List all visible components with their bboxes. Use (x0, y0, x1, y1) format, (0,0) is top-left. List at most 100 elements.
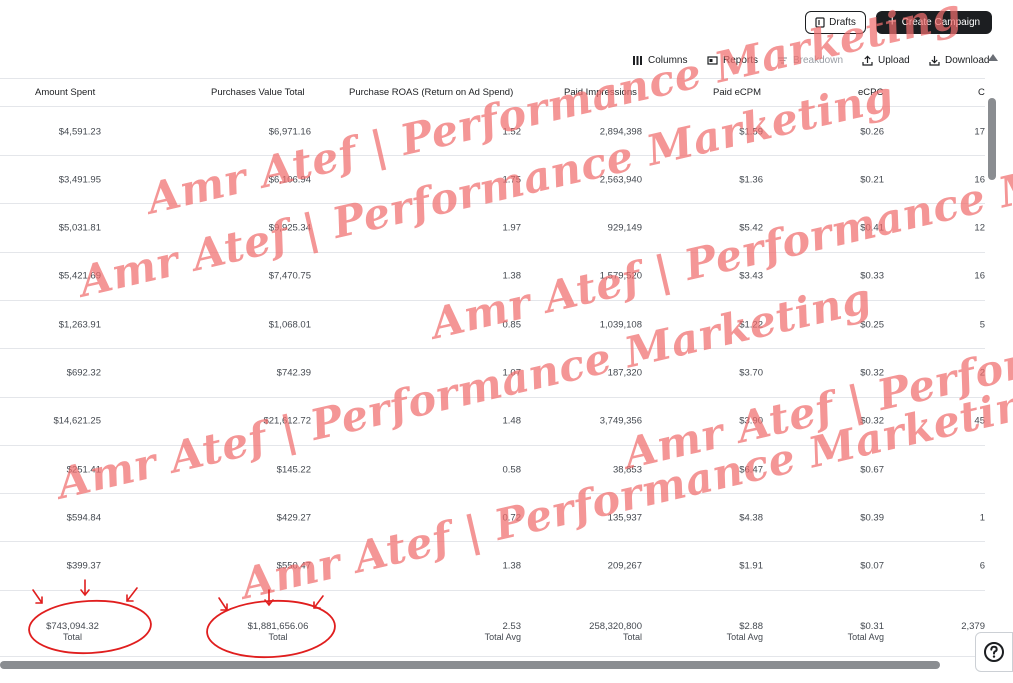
header-paid-ecpm[interactable]: Paid eCPM (713, 87, 761, 98)
help-button[interactable] (975, 632, 1013, 672)
cell-roas: 1.38 (502, 270, 522, 282)
cell-roas: 1.38 (502, 560, 522, 572)
table-header: Amount Spent Purchases Value Total Purch… (0, 79, 985, 107)
cell-roas: 1.97 (502, 222, 522, 234)
total-amount-value: $743,094.32 (46, 621, 99, 632)
header-amount-spent[interactable]: Amount Spent (35, 87, 95, 98)
table-toolbar: Columns Reports Breakdown Upload Downloa… (0, 52, 1013, 68)
table-row[interactable]: $399.37 $550.47 1.38 209,267 $1.91 $0.07 6 (0, 543, 985, 591)
drafts-button[interactable]: Drafts (805, 11, 866, 34)
download-icon (929, 55, 940, 66)
table-row[interactable]: $594.84 $429.27 0.72 135,937 $4.38 $0.39 1 (0, 494, 985, 543)
cell-paid-ecpm: $6.47 (739, 464, 763, 476)
cell-ecpc: $0.32 (860, 367, 884, 379)
cell-purchases-value: $1,068.01 (268, 319, 311, 331)
cell-amount-spent: $692.32 (66, 367, 101, 379)
cell-paid-impressions: 38,853 (612, 464, 642, 476)
cell-amount-spent: $5,031.81 (58, 222, 101, 234)
cell-paid-impressions: 2,563,940 (599, 174, 642, 186)
cell-purchases-value: $6,106.94 (268, 174, 311, 186)
vertical-scroll-thumb[interactable] (988, 98, 996, 180)
upload-label: Upload (878, 54, 910, 66)
header-next-column[interactable]: C (978, 87, 985, 98)
total-roas: 2.53 Total Avg (485, 621, 521, 643)
cell-amount-spent: $1,263.91 (58, 319, 101, 331)
cell-paid-impressions: 1,039,108 (599, 319, 642, 331)
columns-icon (633, 55, 642, 65)
cell-purchases-value: $21,612.72 (263, 415, 311, 427)
campaign-table: Amount Spent Purchases Value Total Purch… (0, 78, 985, 658)
breakdown-icon (778, 56, 787, 64)
total-ecpc: $0.31 Total Avg (848, 621, 884, 643)
header-purchases-value[interactable]: Purchases Value Total (211, 87, 305, 98)
reports-icon (707, 55, 718, 65)
cell-paid-ecpm: $3.70 (739, 367, 763, 379)
cell-ecpc: $0.67 (860, 464, 884, 476)
top-bar: Drafts + Create Campaign Columns Reports… (0, 0, 1013, 78)
cell-amount-spent: $4,591.23 (58, 126, 101, 137)
total-ecpm-label: Total Avg (726, 632, 763, 642)
cell-next-column: 16 (974, 270, 985, 282)
horizontal-scrollbar[interactable] (0, 661, 940, 669)
cell-roas: 1.52 (502, 126, 522, 137)
cell-ecpc: $0.32 (860, 415, 884, 427)
cell-paid-ecpm: $4.38 (739, 512, 763, 524)
header-paid-impressions[interactable]: Paid Impressions (564, 87, 637, 98)
download-label: Download (945, 54, 990, 66)
plus-icon: + (887, 13, 897, 30)
vertical-scrollbar[interactable] (985, 54, 1001, 658)
total-paid-impressions: 258,320,800 Total (589, 621, 642, 643)
total-purchases-amount: $1,881,656.06 (247, 621, 309, 632)
cell-amount-spent: $251.41 (66, 464, 101, 476)
help-icon (984, 642, 1004, 662)
breakdown-button[interactable]: Breakdown (777, 52, 843, 68)
table-row[interactable]: $4,591.23 $6,971.16 1.52 2,894,398 $1.59 $0.2… (0, 108, 985, 156)
upload-button[interactable]: Upload (862, 52, 910, 68)
cell-next-column: 17 (974, 126, 985, 137)
total-next-value: 2,379 (961, 621, 985, 632)
cell-paid-ecpm: $1.91 (739, 560, 763, 572)
table-row[interactable]: $692.32 $742.39 1.07 187,320 $3.70 $0.32 2 (0, 350, 985, 398)
header-roas[interactable]: Purchase ROAS (Return on Ad Spend) (349, 87, 513, 98)
upload-icon (862, 54, 873, 66)
cell-purchases-value: $9,925.34 (268, 222, 311, 234)
total-roas-value: 2.53 (502, 621, 522, 632)
cell-paid-impressions: 3,749,356 (599, 415, 642, 427)
totals-row: $743,094.32 Total $1,881,656.06 Total 2.… (0, 591, 985, 657)
cell-purchases-value: $742.39 (276, 367, 311, 379)
cell-paid-impressions: 209,267 (607, 560, 642, 572)
table-row[interactable]: $3,491.95 $6,106.94 1.75 2,563,940 $1.36 $0.2… (0, 156, 985, 205)
cell-roas: 1.07 (502, 367, 522, 379)
table-row[interactable]: $5,421.69 $7,470.75 1.38 1,579,520 $3.43 $0.3… (0, 253, 985, 301)
header-ecpc[interactable]: eCPC (858, 87, 883, 98)
cell-ecpc: $0.26 (860, 126, 884, 137)
cell-ecpc: $0.33 (860, 270, 884, 282)
table-row[interactable]: $1,263.91 $1,068.01 0.85 1,039,108 $1.22 $0.2… (0, 301, 985, 350)
drafts-label: Drafts (829, 17, 856, 28)
cell-ecpc: $0.41 (860, 222, 884, 234)
total-roas-label: Total Avg (484, 632, 521, 642)
cell-amount-spent: $399.37 (66, 560, 101, 572)
scroll-up-arrow-icon[interactable] (988, 54, 998, 61)
cell-next-column: 16 (974, 174, 985, 186)
cell-paid-ecpm: $3.43 (739, 270, 763, 282)
cell-paid-impressions: 187,320 (607, 367, 642, 379)
reports-button[interactable]: Reports (707, 52, 758, 68)
table-row[interactable]: $14,621.25 $21,612.72 1.48 3,749,356 $3.90 $0… (0, 398, 985, 446)
columns-button[interactable]: Columns (632, 52, 687, 68)
download-button[interactable]: Download (929, 52, 989, 68)
cell-purchases-value: $145.22 (276, 464, 311, 476)
cell-ecpc: $0.07 (860, 560, 884, 572)
cell-purchases-value: $429.27 (276, 512, 311, 524)
cell-paid-impressions: 1,579,520 (599, 270, 642, 282)
cell-ecpc: $0.21 (860, 174, 884, 186)
total-amount-label: Total (62, 632, 82, 642)
create-campaign-label: Create Campaign (901, 17, 981, 28)
total-ecpc-value: $0.31 (860, 621, 884, 632)
table-row[interactable]: $5,031.81 $9,925.34 1.97 929,149 $5.42 $0.41 1… (0, 205, 985, 253)
total-impressions-value: 258,320,800 (589, 621, 642, 632)
create-campaign-button[interactable]: + Create Campaign (876, 11, 992, 34)
cell-paid-impressions: 135,937 (607, 512, 642, 524)
table-row[interactable]: $251.41 $145.22 0.58 38,853 $6.47 $0.67 (0, 446, 985, 495)
total-ecpc-label: Total Avg (847, 632, 884, 642)
